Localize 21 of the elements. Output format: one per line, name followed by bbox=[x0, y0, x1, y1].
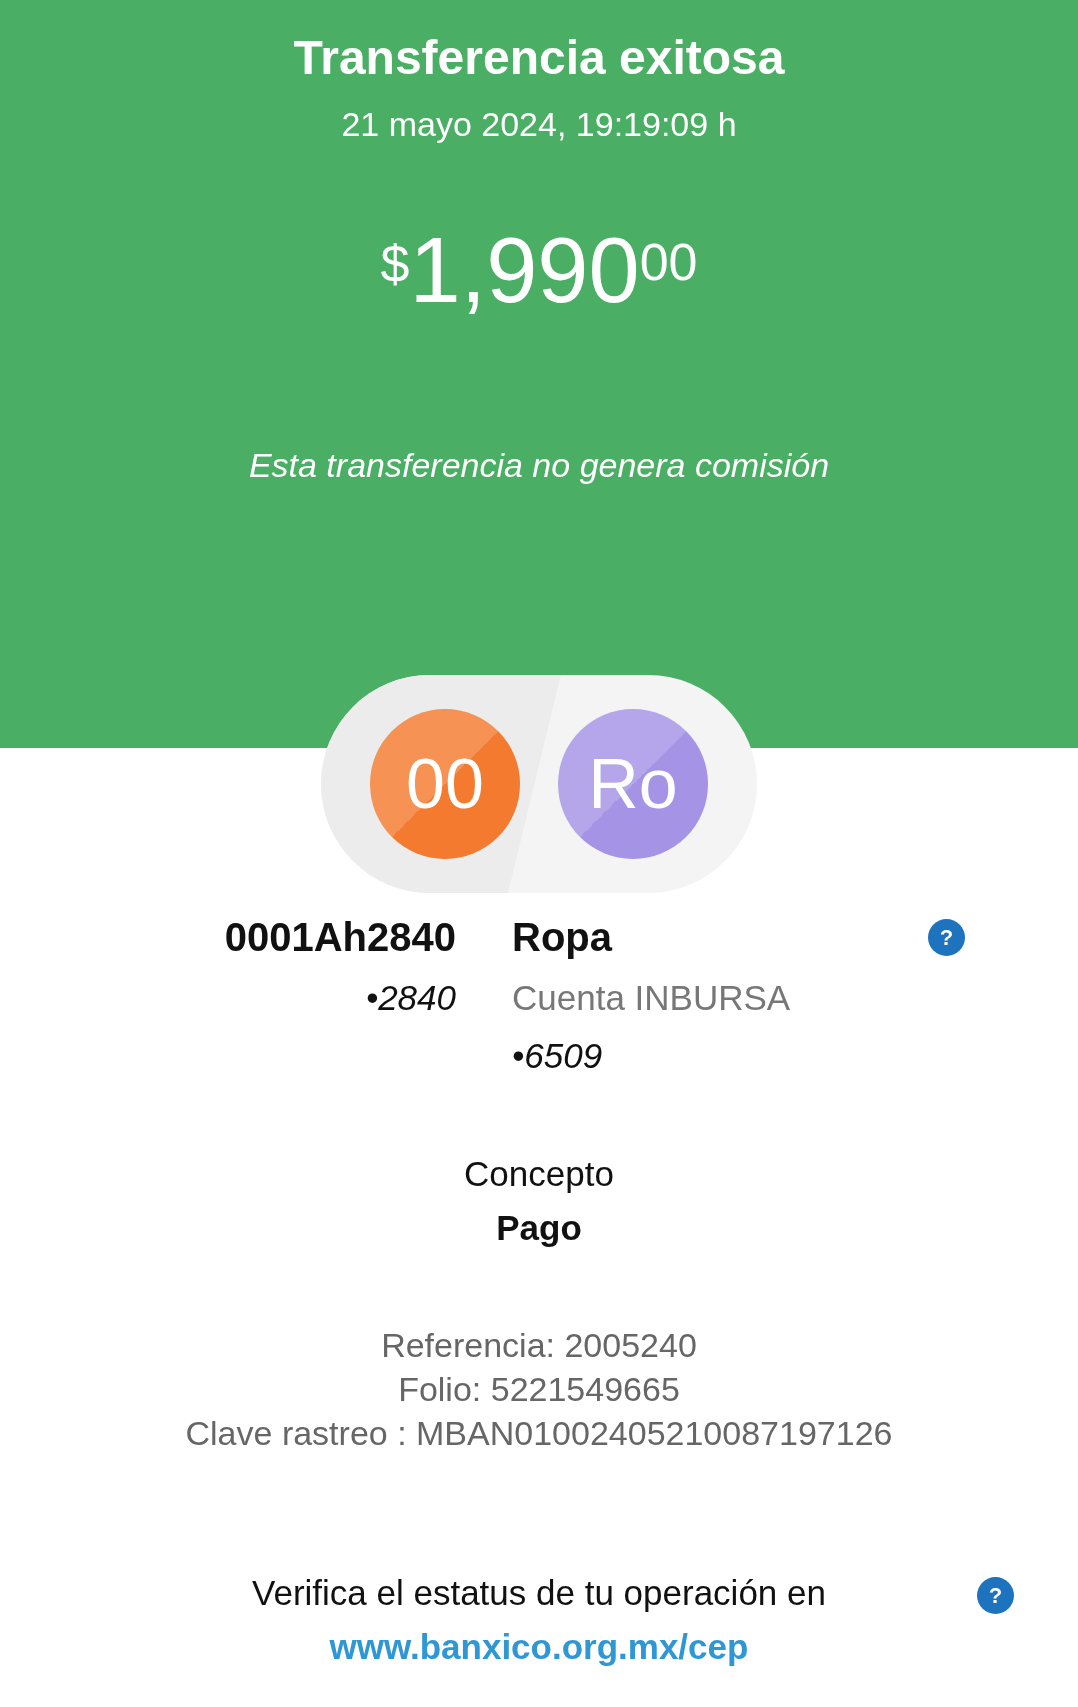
banxico-link[interactable]: www.banxico.org.mx/cep bbox=[329, 1627, 749, 1667]
recipient-name: Ropa bbox=[512, 915, 612, 960]
concept-label: Concepto bbox=[464, 1154, 614, 1194]
verify-text: Verifica el estatus de tu operación en bbox=[252, 1573, 826, 1613]
amount-cents: 00 bbox=[639, 232, 698, 292]
commission-note: Esta transferencia no genera comisión bbox=[248, 446, 830, 485]
currency-symbol: $ bbox=[380, 234, 410, 294]
concept-value: Pago bbox=[496, 1208, 582, 1248]
account-type: Cuenta INBURSA bbox=[512, 978, 791, 1018]
sender-name: 0001Ah2840 bbox=[224, 915, 456, 960]
reference-line: Folio: 5221549665 bbox=[398, 1369, 680, 1410]
reference-line: Clave rastreo : MBAN01002405210087197126 bbox=[185, 1413, 893, 1454]
help-button[interactable]: ? bbox=[977, 1577, 1014, 1614]
transfer-date: 21 mayo 2024, 19:19:09 h bbox=[341, 105, 737, 144]
page-title: Transferencia exitosa bbox=[293, 30, 785, 85]
reference-line: Referencia: 2005240 bbox=[381, 1325, 697, 1366]
amount-value: 1,990 bbox=[409, 224, 640, 316]
account-number: •2840 bbox=[365, 978, 456, 1018]
avatar: Ro bbox=[558, 709, 708, 859]
help-button[interactable]: ? bbox=[928, 919, 965, 956]
account-number: •6509 bbox=[512, 1036, 603, 1076]
